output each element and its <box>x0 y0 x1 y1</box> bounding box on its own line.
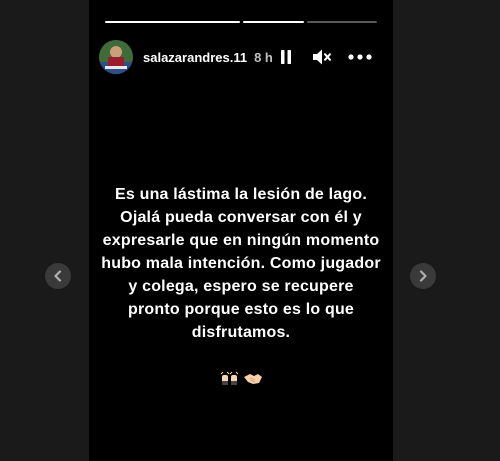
progress-fill-1 <box>105 21 240 23</box>
progress-fill-2 <box>243 21 304 23</box>
muted-speaker-icon <box>312 49 331 65</box>
username[interactable]: salazarandres.11 <box>143 50 247 65</box>
avatar[interactable] <box>99 40 133 74</box>
progress-segment-2 <box>243 21 304 23</box>
raised-hands-emoji <box>220 371 238 385</box>
avatar-image <box>99 40 133 74</box>
handshake-emoji <box>243 374 262 384</box>
story-header: salazarandres.11 8 h <box>99 40 389 74</box>
story-viewer: salazarandres.11 8 h Es una lástima la l… <box>0 0 500 461</box>
chevron-right-icon <box>419 270 427 282</box>
progress-segment-1 <box>105 21 240 23</box>
more-options-icon <box>348 54 372 60</box>
story-frame[interactable]: salazarandres.11 8 h Es una lástima la l… <box>89 0 393 461</box>
next-story-button[interactable] <box>410 263 436 289</box>
pause-button[interactable] <box>279 47 293 67</box>
pause-icon <box>280 50 291 64</box>
emoji-row <box>89 371 393 387</box>
more-options-button[interactable] <box>347 47 373 67</box>
mute-button[interactable] <box>311 47 333 67</box>
previous-story-button[interactable] <box>45 263 71 289</box>
chevron-left-icon <box>54 270 62 282</box>
story-text: Es una lástima la lesión de lago. Ojalá … <box>101 186 381 341</box>
post-time: 8 h <box>254 49 273 65</box>
progress-segment-3 <box>307 21 377 23</box>
story-progress-bar <box>105 21 377 24</box>
